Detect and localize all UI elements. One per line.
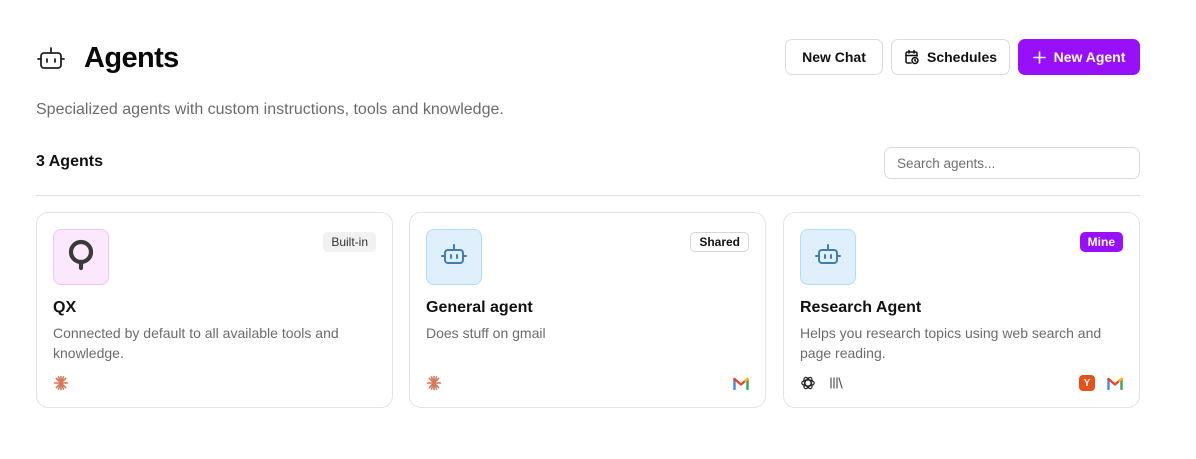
agent-card-general[interactable]: Shared General agent Does stuff on gmail [409,212,766,408]
divider [36,195,1140,196]
plus-icon [1032,50,1046,64]
agent-description: Connected by default to all available to… [53,325,339,361]
agent-card-research[interactable]: Mine Research Agent Helps you research t… [783,212,1140,408]
y-icon-letter: Y [1079,375,1095,391]
new-chat-button[interactable]: New Chat [785,39,883,75]
agent-card-qx[interactable]: Built-in QX Connected by default to all … [36,212,393,408]
agent-description: Does stuff on gmail [426,325,546,341]
bot-icon [36,44,66,74]
agents-count: 3 Agents [36,153,103,170]
schedules-label: Schedules [926,49,998,65]
new-agent-button[interactable]: New Agent [1018,39,1140,75]
gmail-icon [1107,375,1123,391]
page-title: Agents [84,42,179,74]
agent-avatar [426,229,482,285]
page-header: Agents New Chat Schedules New Agent [36,38,1140,78]
calendar-clock-icon [904,49,920,65]
status-badge: Shared [690,232,749,252]
qx-logo-icon [66,239,96,276]
agent-name: General agent [426,299,533,316]
agent-description: Helps you research topics using web sear… [800,325,1102,361]
y-icon: Y [1079,375,1095,391]
new-chat-label: New Chat [802,49,866,65]
agent-name: Research Agent [800,299,922,316]
gmail-icon [733,375,749,391]
new-agent-label: New Agent [1053,49,1126,65]
library-icon [828,375,844,391]
bot-icon [814,241,842,274]
status-badge: Mine [1079,232,1123,252]
agent-avatar [800,229,856,285]
search-input[interactable] [884,147,1140,179]
claude-icon [426,375,442,391]
bot-icon [440,241,468,274]
page-subtitle: Specialized agents with custom instructi… [36,101,504,118]
status-badge: Built-in [323,232,376,252]
agent-avatar [53,229,109,285]
openai-icon [800,375,816,391]
agent-name: QX [53,299,77,316]
claude-icon [53,375,69,391]
schedules-button[interactable]: Schedules [891,39,1010,75]
header-actions: New Chat Schedules New Agent [785,39,1140,75]
